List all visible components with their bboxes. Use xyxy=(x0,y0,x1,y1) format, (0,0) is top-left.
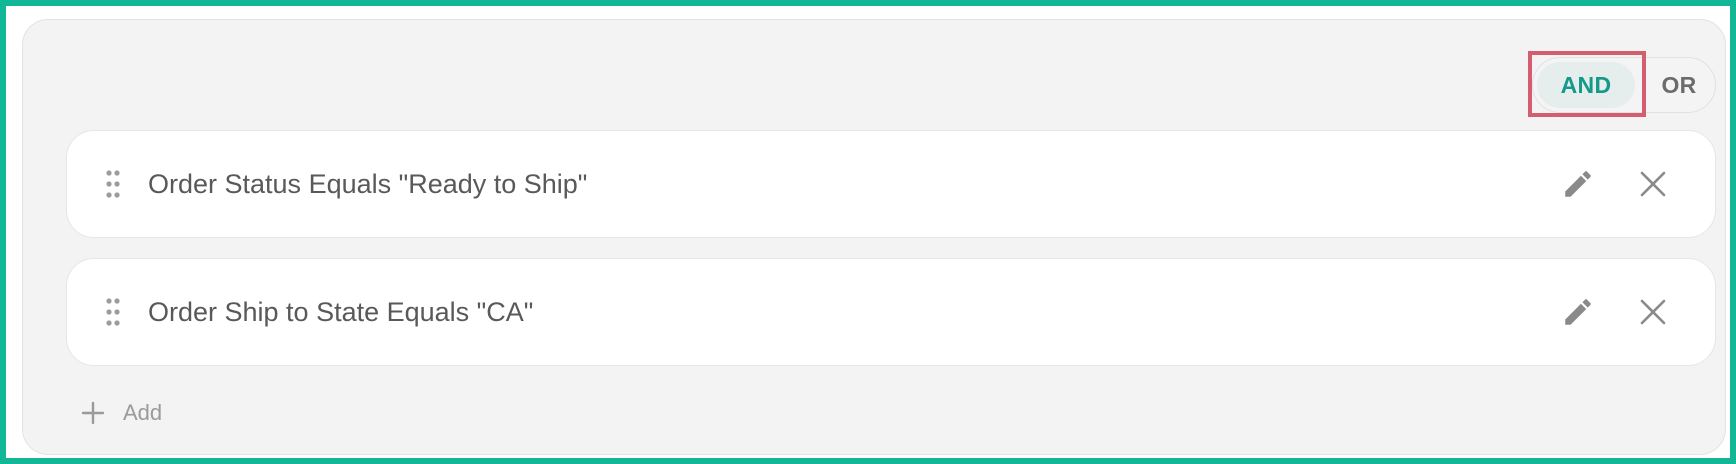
edit-rule-button[interactable] xyxy=(1554,160,1602,208)
plus-icon xyxy=(81,401,105,425)
drag-handle-icon[interactable] xyxy=(105,169,121,199)
rule-text: Order Status Equals "Ready to Ship" xyxy=(148,168,588,199)
delete-rule-button[interactable] xyxy=(1629,288,1677,336)
logic-toggle: AND OR xyxy=(1532,57,1716,113)
screenshot-frame: AND OR Order Status Equals "Ready to Shi… xyxy=(0,0,1736,464)
pencil-icon xyxy=(1565,299,1591,325)
close-icon xyxy=(1640,299,1666,325)
pencil-icon xyxy=(1565,171,1591,197)
close-icon xyxy=(1640,171,1666,197)
delete-rule-button[interactable] xyxy=(1629,160,1677,208)
rule-row: Order Ship to State Equals "CA" xyxy=(66,258,1716,366)
edit-rule-button[interactable] xyxy=(1554,288,1602,336)
filter-group-panel: AND OR Order Status Equals "Ready to Shi… xyxy=(22,19,1726,455)
add-rule-button[interactable]: Add xyxy=(81,393,162,433)
rule-row: Order Status Equals "Ready to Ship" xyxy=(66,130,1716,238)
and-toggle-button[interactable]: AND xyxy=(1537,62,1635,108)
rule-text: Order Ship to State Equals "CA" xyxy=(148,296,534,327)
or-toggle-button[interactable]: OR xyxy=(1645,58,1713,112)
add-label: Add xyxy=(123,400,163,425)
drag-handle-icon[interactable] xyxy=(105,297,121,327)
